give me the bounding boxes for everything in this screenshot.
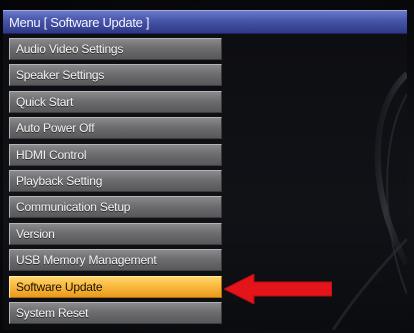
menu-item-auto-power-off[interactable]: Auto Power Off xyxy=(9,117,222,140)
menu-title: Menu [ Software Update ] xyxy=(9,15,150,30)
menu-item-speaker-settings[interactable]: Speaker Settings xyxy=(9,64,222,87)
menu-title-bar: Menu [ Software Update ] xyxy=(3,10,407,34)
menu-item-label: Version xyxy=(16,226,55,241)
menu-item-playback-setting[interactable]: Playback Setting xyxy=(9,169,222,192)
tv-screen: Menu [ Software Update ] Audio Video Set… xyxy=(0,0,414,333)
menu-item-label: System Reset xyxy=(16,305,89,320)
menu-item-quick-start[interactable]: Quick Start xyxy=(9,90,222,113)
menu-item-label: HDMI Control xyxy=(16,147,87,162)
menu-item-label: Quick Start xyxy=(16,94,74,109)
menu-item-usb-memory-management[interactable]: USB Memory Management xyxy=(9,249,222,272)
menu-item-label: Communication Setup xyxy=(16,200,131,215)
menu-item-version[interactable]: Version xyxy=(9,222,222,245)
menu-item-label: Speaker Settings xyxy=(16,68,105,83)
menu-item-label: Audio Video Settings xyxy=(16,42,124,56)
menu-item-label: Playback Setting xyxy=(16,173,103,188)
red-left-arrow-icon xyxy=(224,274,332,304)
menu-item-audio-video-settings[interactable]: Audio Video Settings xyxy=(9,38,222,60)
menu-item-software-update[interactable]: Software Update xyxy=(9,275,222,298)
menu-item-label: Software Update xyxy=(16,279,103,294)
menu-item-label: USB Memory Management xyxy=(16,253,157,268)
menu-list: Audio Video Settings Speaker Settings Qu… xyxy=(9,38,222,328)
menu-item-hdmi-control[interactable]: HDMI Control xyxy=(9,143,222,166)
menu-panel: Audio Video Settings Speaker Settings Qu… xyxy=(3,34,407,330)
menu-item-label: Auto Power Off xyxy=(16,121,95,136)
menu-item-system-reset[interactable]: System Reset xyxy=(9,301,222,324)
menu-item-communication-setup[interactable]: Communication Setup xyxy=(9,196,222,219)
